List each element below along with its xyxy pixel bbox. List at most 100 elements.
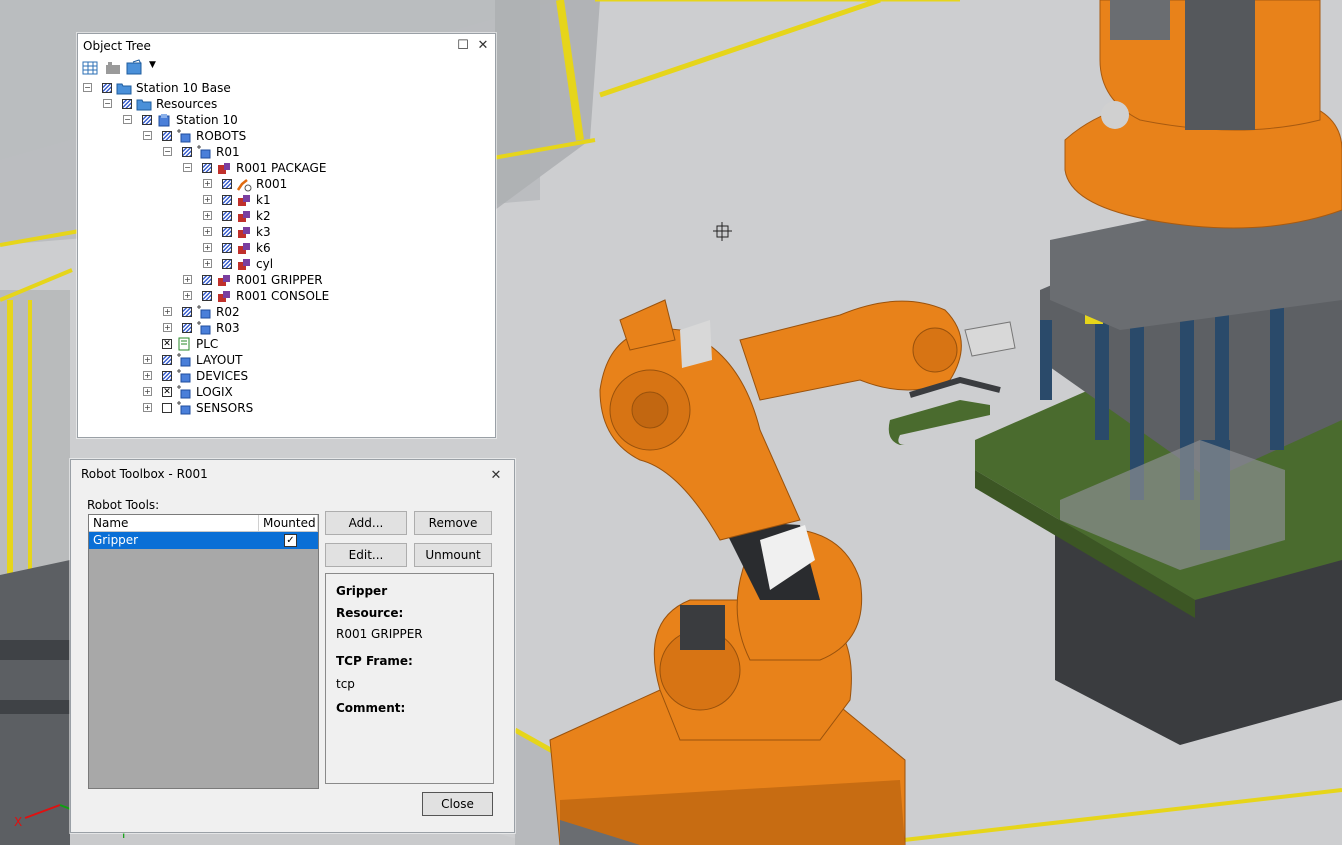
tcp-frame-value: tcp bbox=[336, 677, 355, 691]
expand-icon[interactable]: + bbox=[203, 211, 212, 220]
tree-node[interactable]: + R03 bbox=[78, 320, 488, 336]
expand-icon[interactable]: + bbox=[203, 259, 212, 268]
close-icon[interactable]: ✕ bbox=[486, 462, 506, 486]
tree-node-label: R001 CONSOLE bbox=[236, 289, 330, 303]
object-tree-window[interactable]: Object Tree ☐ ✕ ▼ − Station 10 Base − Resou… bbox=[77, 33, 496, 438]
filter-icon[interactable] bbox=[103, 59, 123, 77]
visibility-checkbox[interactable] bbox=[142, 115, 152, 125]
expand-icon[interactable]: + bbox=[143, 387, 152, 396]
visibility-checkbox[interactable] bbox=[162, 371, 172, 381]
tree-node[interactable]: + DEVICES bbox=[78, 368, 488, 384]
robot-toolbox-titlebar[interactable]: Robot Toolbox - R001 ✕ bbox=[71, 460, 514, 488]
expand-icon[interactable]: + bbox=[163, 323, 172, 332]
visibility-checkbox[interactable] bbox=[162, 131, 172, 141]
tree-node[interactable]: + R02 bbox=[78, 304, 488, 320]
visibility-checkbox[interactable] bbox=[202, 275, 212, 285]
robot-group-icon bbox=[196, 304, 212, 320]
tree-node[interactable]: − Resources bbox=[78, 96, 488, 112]
expand-icon[interactable]: + bbox=[203, 179, 212, 188]
visibility-checkbox[interactable] bbox=[202, 291, 212, 301]
chevron-down-icon[interactable]: ▼ bbox=[149, 60, 156, 70]
folder-icon bbox=[136, 96, 152, 112]
tree-node[interactable]: + ✕ LOGIX bbox=[78, 384, 488, 400]
tree-node[interactable]: − Station 10 bbox=[78, 112, 488, 128]
expand-icon[interactable]: + bbox=[203, 195, 212, 204]
visibility-checkbox[interactable]: ✕ bbox=[162, 339, 172, 349]
collapse-icon[interactable]: − bbox=[183, 163, 192, 172]
visibility-checkbox[interactable] bbox=[222, 211, 232, 221]
tree-node[interactable]: − R01 bbox=[78, 144, 488, 160]
tool-name: Gripper bbox=[93, 533, 139, 547]
add-button[interactable]: Add... bbox=[325, 511, 407, 535]
tree-node[interactable]: + R001 CONSOLE bbox=[78, 288, 488, 304]
expand-icon[interactable]: + bbox=[143, 403, 152, 412]
mounted-checkbox[interactable]: ✓ bbox=[284, 534, 297, 547]
visibility-checkbox[interactable] bbox=[222, 243, 232, 253]
tree-node[interactable]: + cyl bbox=[78, 256, 488, 272]
maximize-icon[interactable]: ☐ bbox=[453, 34, 473, 58]
visibility-checkbox[interactable] bbox=[162, 355, 172, 365]
tree-node[interactable]: + R001 GRIPPER bbox=[78, 272, 488, 288]
visibility-checkbox[interactable] bbox=[122, 99, 132, 109]
tree-node[interactable]: + k3 bbox=[78, 224, 488, 240]
visibility-checkbox[interactable] bbox=[182, 307, 192, 317]
visibility-checkbox[interactable] bbox=[222, 179, 232, 189]
robots-group-icon bbox=[176, 128, 192, 144]
list-item[interactable]: Gripper ✓ bbox=[89, 532, 318, 549]
collapse-icon[interactable]: − bbox=[163, 147, 172, 156]
close-button[interactable]: Close bbox=[422, 792, 493, 816]
tree-node[interactable]: − ROBOTS bbox=[78, 128, 488, 144]
robot-toolbox-dialog[interactable]: Robot Toolbox - R001 ✕ Robot Tools: Name… bbox=[70, 459, 515, 833]
display-options-icon[interactable] bbox=[125, 59, 145, 77]
visibility-checkbox[interactable] bbox=[202, 163, 212, 173]
tree-node-label: Resources bbox=[156, 97, 218, 111]
tree-node[interactable]: + LAYOUT bbox=[78, 352, 488, 368]
expand-icon[interactable]: + bbox=[143, 355, 152, 364]
robot-icon bbox=[236, 176, 252, 192]
tree-node[interactable]: + SENSORS bbox=[78, 400, 488, 416]
robot-tools-list[interactable]: Name Mounted Gripper ✓ bbox=[88, 514, 319, 789]
collapse-icon[interactable]: − bbox=[123, 115, 132, 124]
visibility-checkbox[interactable] bbox=[182, 323, 192, 333]
visibility-checkbox[interactable] bbox=[222, 195, 232, 205]
tree-node[interactable]: + k2 bbox=[78, 208, 488, 224]
column-mounted[interactable]: Mounted bbox=[259, 515, 318, 531]
expand-icon[interactable]: + bbox=[143, 371, 152, 380]
tree-node-label: SENSORS bbox=[196, 401, 254, 415]
tree-node-label: k3 bbox=[256, 225, 271, 239]
close-icon[interactable]: ✕ bbox=[473, 34, 493, 58]
collapse-icon[interactable]: − bbox=[143, 131, 152, 140]
tree-node[interactable]: ✕ PLC bbox=[78, 336, 488, 352]
collapse-icon[interactable]: − bbox=[103, 99, 112, 108]
tree-node[interactable]: − Station 10 Base bbox=[78, 80, 488, 96]
column-name[interactable]: Name bbox=[89, 515, 259, 531]
tree-node[interactable]: + k6 bbox=[78, 240, 488, 256]
visibility-checkbox[interactable] bbox=[162, 403, 172, 413]
tree-node[interactable]: − R001 PACKAGE bbox=[78, 160, 488, 176]
object-tree-title: Object Tree bbox=[83, 39, 151, 53]
expand-icon[interactable]: + bbox=[183, 275, 192, 284]
visibility-checkbox[interactable] bbox=[222, 227, 232, 237]
robot-tools-label: Robot Tools: bbox=[87, 498, 160, 512]
edit-button[interactable]: Edit... bbox=[325, 543, 407, 567]
expand-icon[interactable]: + bbox=[183, 291, 192, 300]
expand-icon[interactable]: + bbox=[163, 307, 172, 316]
grid-view-icon[interactable] bbox=[81, 59, 101, 77]
object-tree-titlebar[interactable]: Object Tree ☐ ✕ bbox=[78, 34, 495, 58]
unmount-button[interactable]: Unmount bbox=[414, 543, 492, 567]
expand-icon[interactable]: + bbox=[203, 227, 212, 236]
tree-node-label: R001 GRIPPER bbox=[236, 273, 323, 287]
part-icon bbox=[236, 208, 252, 224]
visibility-checkbox[interactable] bbox=[102, 83, 112, 93]
expand-icon[interactable]: + bbox=[203, 243, 212, 252]
robot-toolbox-title: Robot Toolbox - R001 bbox=[81, 467, 208, 481]
visibility-checkbox[interactable] bbox=[222, 259, 232, 269]
tree-node-label: R01 bbox=[216, 145, 240, 159]
collapse-icon[interactable]: − bbox=[83, 83, 92, 92]
visibility-checkbox[interactable]: ✕ bbox=[162, 387, 172, 397]
remove-button[interactable]: Remove bbox=[414, 511, 492, 535]
comment-label: Comment: bbox=[336, 701, 406, 715]
visibility-checkbox[interactable] bbox=[182, 147, 192, 157]
tree-node[interactable]: + k1 bbox=[78, 192, 488, 208]
tree-node[interactable]: + R001 bbox=[78, 176, 488, 192]
